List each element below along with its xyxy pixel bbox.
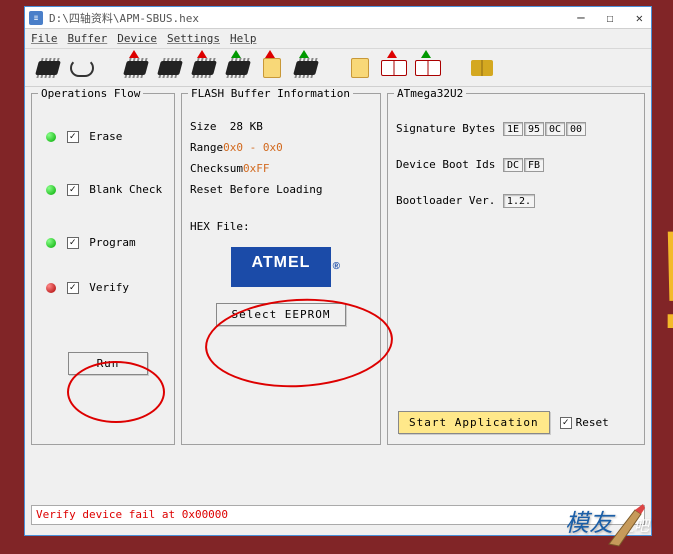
sig-byte-0: 1E: [503, 122, 523, 136]
tool-cable-icon[interactable]: [67, 53, 97, 83]
menu-help[interactable]: Help: [230, 32, 257, 45]
flash-checksum-value: 0xFF: [243, 162, 270, 175]
signature-label: Signature Bytes: [396, 122, 495, 135]
status-bar: Verify device fail at 0x00000: [31, 505, 645, 525]
flash-range-value: 0x0 - 0x0: [223, 141, 283, 154]
boot-id-0: DC: [503, 158, 523, 172]
run-button[interactable]: Run: [68, 352, 148, 375]
menu-file[interactable]: File: [31, 32, 58, 45]
led-blank-icon: [46, 185, 56, 195]
led-program-icon: [46, 238, 56, 248]
op-verify-row: ✓ Verify: [46, 281, 166, 294]
close-button[interactable]: ✕: [632, 11, 647, 25]
group-flash: FLASH Buffer Information Size 28 KB Rang…: [181, 93, 381, 445]
menu-buffer[interactable]: Buffer: [68, 32, 108, 45]
reset-label: Reset: [576, 416, 609, 429]
window-title: D:\四轴资料\APM-SBUS.hex: [49, 10, 573, 26]
boot-id-1: FB: [524, 158, 544, 172]
flash-checksum-label: Checksum: [190, 162, 243, 175]
tool-program-icon[interactable]: [189, 53, 219, 83]
group-chip: ATmega32U2 Signature Bytes 1E950C00 Devi…: [387, 93, 645, 445]
flash-range-row: Range0x0 - 0x0: [190, 141, 372, 154]
op-erase-row: ✓ Erase: [46, 130, 166, 143]
flash-reset-label: Reset Before Loading: [190, 183, 372, 196]
bootloader-label: Bootloader Ver.: [396, 194, 495, 207]
menu-device[interactable]: Device: [117, 32, 157, 45]
bootids-row: Device Boot Ids DCFB: [396, 158, 636, 172]
tool-read-icon[interactable]: [291, 53, 321, 83]
bootloader-row: Bootloader Ver. 1.2.: [396, 194, 636, 208]
tool-run-icon[interactable]: [257, 53, 287, 83]
checkbox-erase[interactable]: ✓: [67, 131, 79, 143]
chip-legend: ATmega32U2: [394, 87, 466, 100]
decoration-exclaim: !: [655, 190, 673, 370]
toolbar: [25, 49, 651, 87]
tool-doc-icon[interactable]: [345, 53, 375, 83]
menu-settings[interactable]: Settings: [167, 32, 220, 45]
titlebar: ≡ D:\四轴资料\APM-SBUS.hex ─ ☐ ✕: [25, 7, 651, 29]
checkbox-program[interactable]: ✓: [67, 237, 79, 249]
atmel-logo: ATMEL: [231, 247, 331, 287]
tool-help-icon[interactable]: [467, 53, 497, 83]
app-window: ≡ D:\四轴资料\APM-SBUS.hex ─ ☐ ✕ File Buffer…: [24, 6, 652, 536]
label-program: Program: [89, 236, 135, 249]
sig-byte-1: 95: [524, 122, 544, 136]
tool-blank-icon[interactable]: [155, 53, 185, 83]
flash-size-label: Size: [190, 120, 217, 133]
flash-range-label: Range: [190, 141, 223, 154]
sig-byte-2: 0C: [545, 122, 565, 136]
menubar: File Buffer Device Settings Help: [25, 29, 651, 49]
app-icon: ≡: [29, 11, 43, 25]
hex-file-label: HEX File:: [190, 220, 372, 233]
flash-checksum-row: Checksum0xFF: [190, 162, 372, 175]
group-operations: Operations Flow ✓ Erase ✓ Blank Check ✓ …: [31, 93, 175, 445]
minimize-button[interactable]: ─: [573, 11, 588, 25]
tool-verify-icon[interactable]: [223, 53, 253, 83]
content-area: Operations Flow ✓ Erase ✓ Blank Check ✓ …: [25, 87, 651, 451]
bootids-label: Device Boot Ids: [396, 158, 495, 171]
select-eeprom-button[interactable]: Select EEPROM: [216, 303, 346, 326]
reset-checkbox-wrap: ✓ Reset: [560, 416, 609, 429]
op-blank-row: ✓ Blank Check: [46, 183, 166, 196]
checkbox-reset[interactable]: ✓: [560, 417, 572, 429]
operations-legend: Operations Flow: [38, 87, 143, 100]
tool-chip-icon[interactable]: [33, 53, 63, 83]
sig-byte-3: 00: [566, 122, 586, 136]
led-verify-icon: [46, 283, 56, 293]
label-erase: Erase: [89, 130, 122, 143]
bootloader-value: 1.2.: [503, 194, 535, 208]
flash-legend: FLASH Buffer Information: [188, 87, 353, 100]
tool-book1-icon[interactable]: [379, 53, 409, 83]
tool-book2-icon[interactable]: [413, 53, 443, 83]
label-verify: Verify: [89, 281, 129, 294]
flash-size-row: Size 28 KB: [190, 120, 372, 133]
led-erase-icon: [46, 132, 56, 142]
flash-size-value: 28 KB: [230, 120, 263, 133]
start-application-button[interactable]: Start Application: [398, 411, 550, 434]
checkbox-verify[interactable]: ✓: [67, 282, 79, 294]
tool-erase-icon[interactable]: [121, 53, 151, 83]
signature-row: Signature Bytes 1E950C00: [396, 122, 636, 136]
maximize-button[interactable]: ☐: [603, 11, 618, 25]
checkbox-blank[interactable]: ✓: [67, 184, 79, 196]
op-program-row: ✓ Program: [46, 236, 166, 249]
label-blank: Blank Check: [89, 183, 162, 196]
